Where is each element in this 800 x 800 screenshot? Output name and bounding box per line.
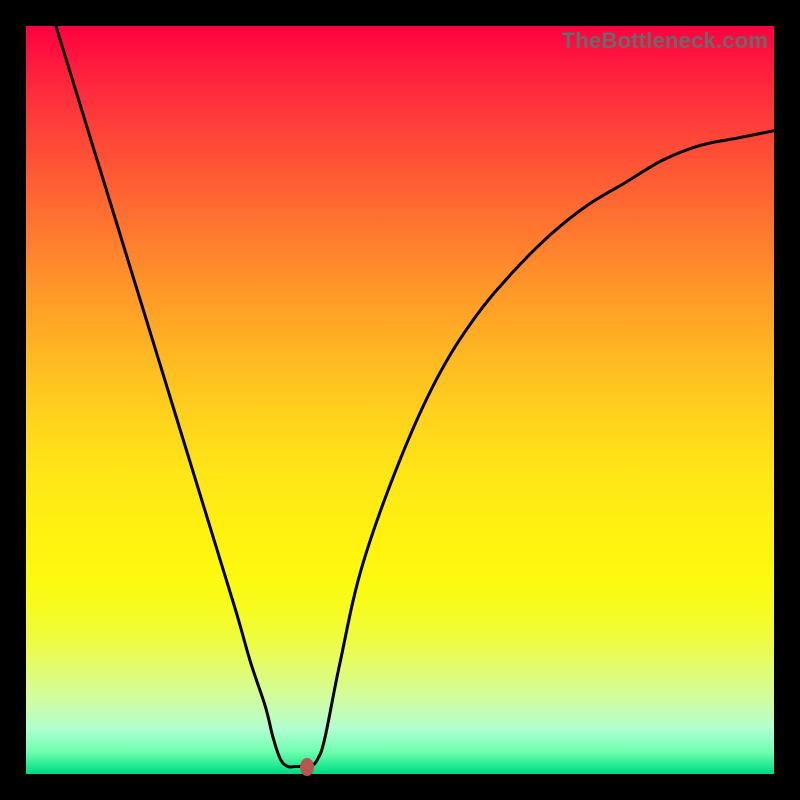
curve-svg (26, 26, 774, 774)
optimum-marker (300, 758, 314, 776)
bottleneck-curve (56, 26, 774, 767)
chart-frame: TheBottleneck.com (0, 0, 800, 800)
plot-area: TheBottleneck.com (26, 26, 774, 774)
